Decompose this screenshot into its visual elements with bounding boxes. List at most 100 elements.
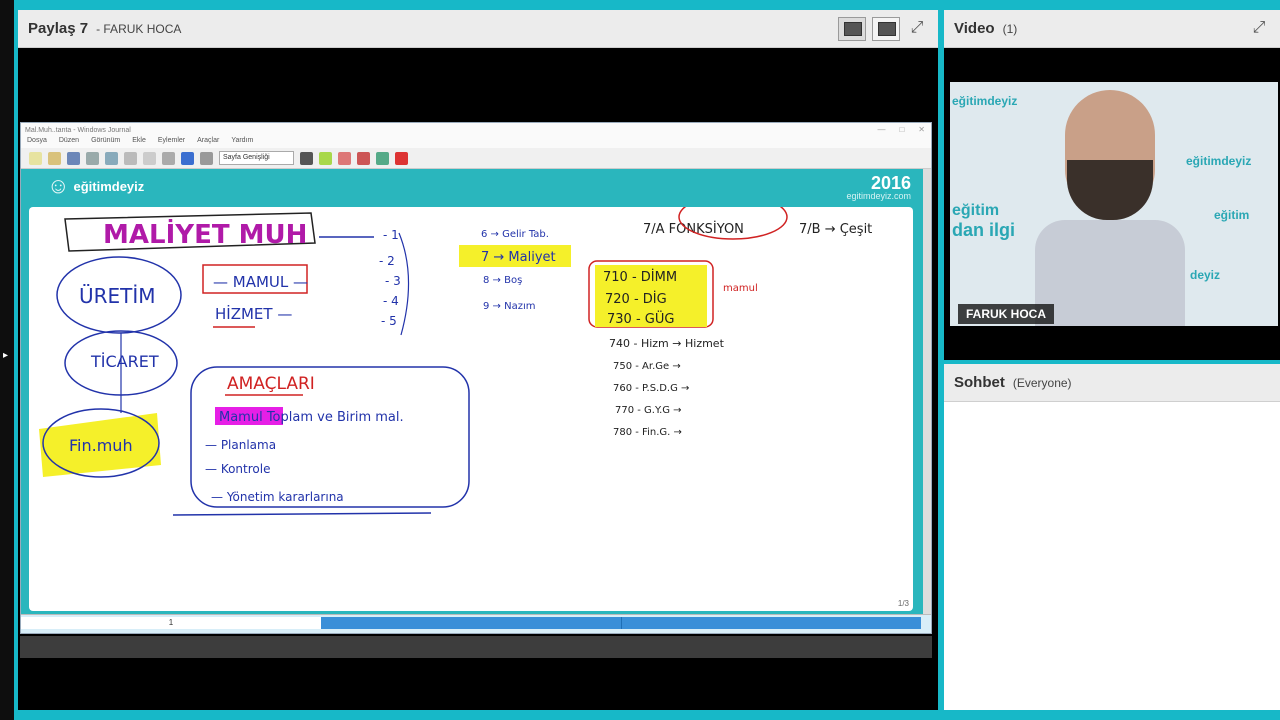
webcam-feed: eğitimdeyiz eğitimdeyiz eğitim dan ilgi …	[950, 82, 1278, 326]
acc-770: 770 - G.Y.G →	[615, 405, 682, 416]
num-3: - 3	[385, 274, 401, 288]
menu-edit[interactable]: Düzen	[59, 137, 79, 148]
class-9: 9 → Nazım	[483, 301, 535, 312]
share-pod-title: Paylaş 7	[28, 20, 89, 37]
acc-780: 780 - Fin.G. →	[613, 427, 682, 438]
save-icon[interactable]	[67, 151, 80, 165]
mamul-tag: mamul	[723, 283, 758, 294]
cut-icon[interactable]	[124, 151, 137, 165]
journal-window: Mal.Muh..tanta - Windows Journal — □ ✕ D…	[20, 122, 932, 634]
heading-ink: MALİYET MUH	[103, 218, 307, 250]
chat-title: Sohbet	[954, 374, 1005, 391]
undo-icon[interactable]	[181, 151, 194, 165]
highlighter-icon[interactable]	[319, 151, 332, 165]
ticaret-ink: TİCARET	[90, 352, 159, 371]
view-fit-button[interactable]	[838, 17, 866, 41]
purpose-3: — Kontrole	[205, 462, 270, 476]
cam-bg-label-4: dan ilgi	[952, 220, 1015, 240]
num-5: - 5	[381, 314, 397, 328]
brand-logo: ☺ eğitimdeyiz	[47, 173, 144, 199]
new-page-icon[interactable]	[29, 151, 42, 165]
journal-toolbar: Sayfa Genişliği	[21, 148, 931, 169]
cesit-ink: 7/B → Çeşit	[799, 222, 872, 237]
num-1: - 1	[383, 228, 399, 242]
presenter-silhouette	[1035, 90, 1185, 326]
video-pod-header: Video (1) ⤢	[944, 10, 1280, 48]
amaclari-ink: AMAÇLARI	[227, 374, 315, 394]
purpose-4: — Yönetim kararlarına	[211, 490, 344, 504]
menu-file[interactable]: Dosya	[27, 137, 47, 148]
insert-space-icon[interactable]	[376, 151, 389, 165]
ink-canvas: MALİYET MUH ÜRETİM — MAMUL — HİZMET — Tİ…	[39, 207, 872, 516]
presenter-name-tag: FARUK HOCA	[958, 304, 1054, 324]
close-icon[interactable]: ✕	[918, 125, 925, 134]
presenter-shirt	[1035, 220, 1185, 326]
menu-actions[interactable]: Eylemler	[158, 137, 185, 148]
acc-760: 760 - P.S.D.G →	[613, 383, 689, 394]
class-6: 6 → Gelir Tab.	[481, 229, 549, 240]
purpose-1: Mamul Toplam ve Birim mal.	[219, 410, 404, 425]
left-collapse-strip[interactable]	[0, 0, 14, 720]
acc-720: 720 - DİG	[605, 291, 667, 307]
redo-icon[interactable]	[200, 151, 213, 165]
journal-titlebar: Mal.Muh..tanta - Windows Journal — □ ✕	[21, 123, 931, 137]
purpose-2: — Planlama	[205, 438, 276, 452]
page-width-select[interactable]: Sayfa Genişliği	[219, 151, 294, 165]
page-navigation-bar[interactable]: 1	[21, 614, 931, 633]
screen-share-area: Mal.Muh..tanta - Windows Journal — □ ✕ D…	[18, 48, 938, 710]
page-number: 1	[21, 617, 321, 629]
journal-title: Mal.Muh..tanta - Windows Journal	[25, 126, 131, 134]
menu-insert[interactable]: Ekle	[132, 137, 146, 148]
paste-icon[interactable]	[162, 151, 175, 165]
menu-view[interactable]: Görünüm	[91, 137, 120, 148]
maximize-icon[interactable]: □	[899, 125, 904, 134]
chat-pod: Sohbet (Everyone)	[944, 364, 1280, 710]
menu-tools[interactable]: Araçlar	[197, 137, 219, 148]
brand-name: eğitimdeyiz	[73, 178, 145, 194]
share-pod-header: Paylaş 7 - FARUK HOCA ⤢	[18, 10, 938, 48]
chat-scope[interactable]: (Everyone)	[1013, 376, 1072, 390]
cam-bg-label-3: eğitim	[952, 202, 1000, 219]
presenter-beard	[1067, 160, 1153, 220]
slide-area: ☺ eğitimdeyiz 2016 egitimdeyiz.com MALİY…	[21, 169, 931, 615]
bottom-line	[172, 512, 432, 516]
num-4: - 4	[383, 294, 399, 308]
search-icon[interactable]	[105, 151, 118, 165]
menu-help[interactable]: Yardım	[231, 137, 253, 148]
copy-icon[interactable]	[143, 151, 156, 165]
share-pod: Paylaş 7 - FARUK HOCA ⤢ Mal.Muh..tanta -…	[18, 10, 938, 710]
slide-banner: ☺ eğitimdeyiz 2016 egitimdeyiz.com	[21, 169, 931, 205]
chat-messages[interactable]	[944, 402, 1280, 710]
vertical-scrollbar[interactable]	[923, 169, 931, 615]
class-8: 8 → Boş	[483, 275, 522, 286]
open-icon[interactable]	[48, 151, 61, 165]
cam-bg-label-6: deyiz	[1190, 268, 1221, 282]
video-fullscreen-icon[interactable]: ⤢	[1248, 17, 1270, 39]
video-header-controls: ⤢	[1248, 17, 1270, 39]
acc-710: 710 - DİMM	[603, 269, 677, 285]
print-icon[interactable]	[86, 151, 99, 165]
journal-menubar: Dosya Düzen Görünüm Ekle Eylemler Araçla…	[21, 137, 931, 148]
fullscreen-icon[interactable]: ⤢	[906, 17, 928, 39]
eraser-icon[interactable]	[338, 151, 351, 165]
lasso-icon[interactable]	[357, 151, 370, 165]
note-page[interactable]: MALİYET MUH ÜRETİM — MAMUL — HİZMET — Tİ…	[29, 207, 913, 611]
mamul-ink: — MAMUL —	[213, 273, 308, 291]
share-pod-presenter: - FARUK HOCA	[96, 21, 182, 36]
share-header-controls: ⤢	[838, 17, 928, 41]
video-area: eğitimdeyiz eğitimdeyiz eğitim dan ilgi …	[944, 48, 1280, 360]
chat-pod-header: Sohbet (Everyone)	[944, 364, 1280, 402]
acc-740: 740 - Hizm → Hizmet	[609, 337, 725, 350]
minimize-icon[interactable]: —	[877, 125, 885, 134]
flag-icon[interactable]	[395, 151, 408, 165]
fonksiyon-ink: 7/A FONKSİYON	[643, 221, 744, 237]
video-pod: Video (1) ⤢ eğitimdeyiz eğitimdeyiz eğit…	[944, 10, 1280, 360]
taskbar-strip	[20, 636, 932, 658]
uretim-ink: ÜRETİM	[79, 284, 156, 308]
view-full-button[interactable]	[872, 17, 900, 41]
pen-icon[interactable]	[300, 151, 313, 165]
fin-ink: Fin.muh	[69, 436, 133, 455]
hizmet-ink: HİZMET —	[215, 304, 292, 323]
brand-person-icon: ☺	[47, 173, 70, 198]
window-controls: — □ ✕	[877, 125, 925, 134]
